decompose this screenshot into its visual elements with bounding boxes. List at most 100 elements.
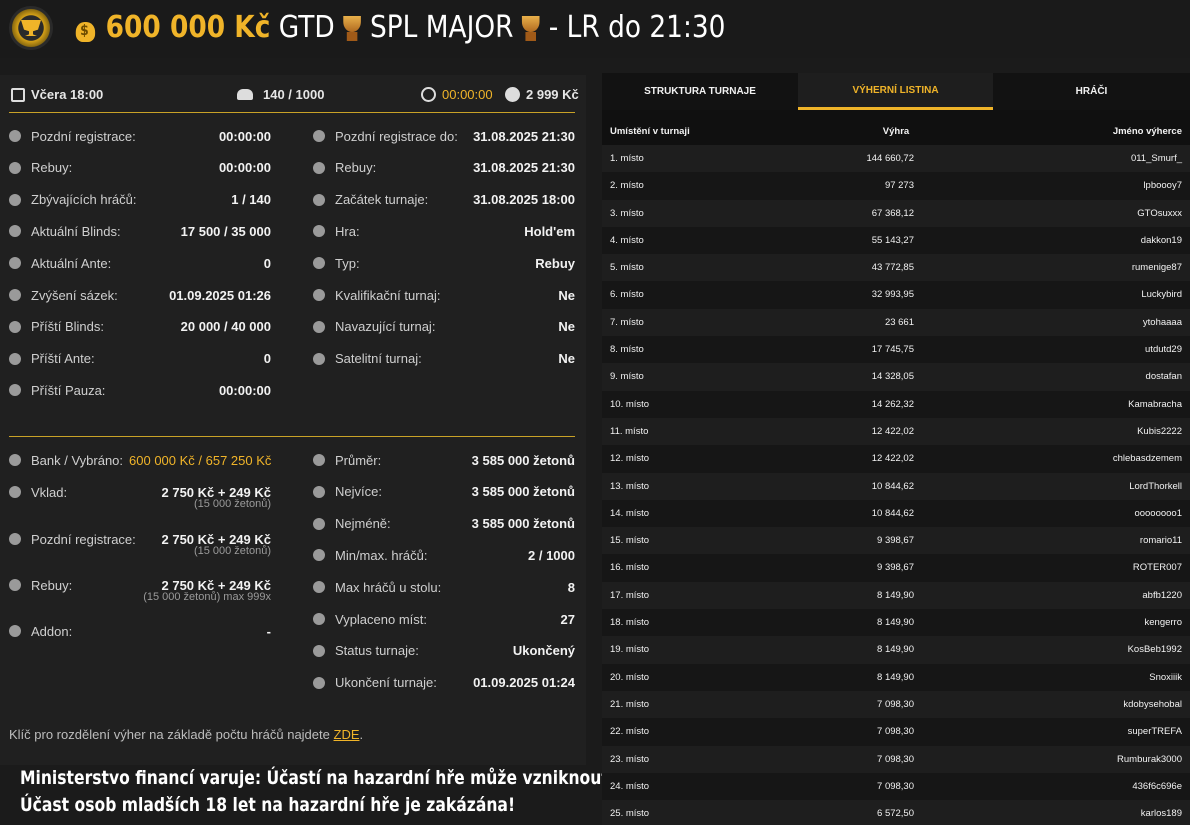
prize-cell: 144 660,72: [866, 153, 914, 164]
table-row: 25. místo 6 572,50 karlos189: [602, 800, 1190, 825]
place-cell: 13. místo: [610, 480, 650, 492]
payout-key-note: Klíč pro rozdělení výher na základě počt…: [9, 727, 364, 742]
users-icon: [237, 89, 253, 100]
info-value: Ne: [558, 351, 575, 367]
place-cell: 20. místo: [610, 671, 650, 683]
table-row: 16. místo 9 398,67 ROTER007: [602, 554, 1190, 582]
winner-cell[interactable]: Snoxiiik: [1149, 664, 1182, 691]
info-row: Addon: -: [9, 621, 271, 641]
place-cell: 22. místo: [610, 726, 650, 738]
prize-cell: 7 098,30: [877, 780, 914, 792]
winner-cell[interactable]: chlebasdzemem: [1113, 445, 1182, 472]
tab-players[interactable]: HRÁČI: [993, 73, 1190, 110]
cards-icon: [313, 225, 325, 238]
winner-cell[interactable]: GTOsuxxx: [1137, 200, 1182, 227]
place-cell: 16. místo: [610, 562, 650, 574]
info-label: Pozdní registrace:: [31, 128, 136, 144]
info-value: 600 000 Kč / 657 250 Kč: [129, 452, 272, 468]
gtd-label: GTD: [278, 10, 335, 45]
results-panel: STRUKTURA TURNAJE VÝHERNÍ LISTINA HRÁČI …: [602, 73, 1190, 825]
winner-cell[interactable]: Kubis2222: [1137, 418, 1182, 445]
buyin-text: 2 999 Kč: [526, 87, 579, 102]
winner-cell[interactable]: karlos189: [1141, 800, 1182, 825]
winner-cell[interactable]: oooooooo1: [1134, 500, 1182, 527]
medal-icon: [313, 352, 325, 365]
info-label: Rebuy:: [335, 160, 377, 176]
table-row: 12. místo 12 422,02 chlebasdzemem: [602, 445, 1190, 473]
winner-cell[interactable]: romario11: [1140, 527, 1182, 554]
info-row: Typ: Rebuy: [313, 253, 575, 273]
info-row: Min/max. hráčů: 2 / 1000: [313, 545, 575, 565]
info-value: 3 585 000 žetonů: [471, 452, 575, 468]
info-label: Vklad:: [31, 484, 68, 500]
info-row: Rebuy: 00:00:00: [9, 158, 271, 178]
winner-cell[interactable]: ROTER007: [1133, 554, 1182, 581]
prize-cell: 23 661: [884, 316, 914, 328]
tab-payouts[interactable]: VÝHERNÍ LISTINA: [798, 73, 993, 110]
payout-icon: [313, 613, 325, 625]
table-header: Umístění v turnaji Výhra Jméno výherce: [602, 118, 1190, 145]
prize-cell: 8 149,90: [877, 671, 914, 683]
winner-cell[interactable]: 436f6c696e: [1132, 773, 1182, 800]
info-value: Ukončený: [512, 643, 575, 659]
info-row: Hra: Hold'em: [313, 221, 575, 241]
winner-cell[interactable]: dostafan: [1146, 363, 1182, 390]
prize-cell: 9 398,67: [877, 562, 914, 574]
winner-cell[interactable]: LordThorkell: [1129, 473, 1182, 500]
winner-cell[interactable]: rumenige87: [1132, 254, 1182, 281]
winner-cell[interactable]: KosBeb1992: [1128, 636, 1182, 663]
place-cell: 6. místo: [610, 289, 644, 301]
payout-key-link[interactable]: ZDE: [334, 727, 360, 742]
info-value: 8: [567, 579, 575, 595]
info-row: Pozdní registrace: 00:00:00: [9, 126, 271, 146]
chip-icon: [313, 454, 325, 466]
info-label: Vyplaceno míst:: [335, 611, 428, 627]
place-cell: 9. místo: [610, 371, 644, 383]
info-value: Hold'em: [524, 223, 575, 239]
money-bag-icon: [9, 454, 21, 466]
info-label: Příští Pauza:: [31, 382, 106, 398]
winner-cell[interactable]: lpboooy7: [1143, 172, 1182, 199]
winner-cell[interactable]: Kamabracha: [1128, 391, 1182, 418]
winner-cell[interactable]: utdutd29: [1145, 336, 1182, 363]
flag-icon: [313, 193, 325, 206]
place-cell: 24. místo: [610, 780, 650, 792]
winner-cell[interactable]: abfb1220: [1142, 582, 1182, 609]
winner-cell[interactable]: Rumburak3000: [1117, 746, 1182, 773]
blinds-icon: [9, 320, 21, 333]
info-row: Vklad: 2 750 Kč + 249 Kč (15 000 žetonů): [9, 482, 271, 510]
table-row: 8. místo 17 745,75 utdutd29: [602, 336, 1190, 364]
info-row: Ukončení turnaje: 01.09.2025 01:24: [313, 673, 575, 693]
buyin: 2 999 Kč: [505, 87, 579, 102]
prize-cell: 12 422,02: [871, 453, 914, 465]
table-row: 1. místo 144 660,72 011_Smurf_: [602, 145, 1190, 173]
info-row: Průměr: 3 585 000 žetonů: [313, 450, 575, 470]
chip-icon: [505, 87, 520, 102]
prize-cell: 14 262,32: [871, 398, 914, 410]
blinds-icon: [9, 225, 21, 238]
winner-cell[interactable]: kengerro: [1145, 609, 1183, 636]
winner-cell[interactable]: 011_Smurf_: [1131, 145, 1182, 172]
prize-cell: 9 398,67: [877, 535, 914, 547]
event-suffix: - LR do 21:30: [548, 10, 726, 45]
medal-icon: [313, 289, 325, 301]
info-value: Rebuy: [535, 255, 575, 271]
winner-cell[interactable]: superTREFA: [1128, 718, 1182, 745]
info-value: 00:00:00: [218, 382, 271, 398]
info-label: Zbývajících hráčů:: [31, 192, 137, 208]
winner-cell[interactable]: ytohaaaa: [1143, 309, 1182, 336]
page-header: 600 000 Kč GTD SPL MAJOR - LR do 21:30: [0, 0, 1190, 58]
flag-icon: [313, 676, 325, 689]
chip-up-icon: [313, 485, 325, 498]
winner-cell[interactable]: kdobysehobal: [1123, 691, 1182, 718]
info-label: Satelitní turnaj:: [335, 351, 422, 367]
info-label: Navazující turnaj:: [335, 319, 436, 335]
table-row: 6. místo 32 993,95 Luckybird: [602, 281, 1190, 309]
warning-line-1: Ministerstvo financí varuje: Účastí na h…: [20, 767, 699, 789]
tab-structure[interactable]: STRUKTURA TURNAJE: [602, 73, 798, 110]
winner-cell[interactable]: dakkon19: [1141, 227, 1182, 254]
info-label: Pozdní registrace:: [31, 531, 136, 547]
info-value: 01.09.2025 01:26: [169, 287, 271, 303]
winner-cell[interactable]: Luckybird: [1141, 281, 1182, 308]
casino-logo-icon[interactable]: [9, 6, 53, 50]
